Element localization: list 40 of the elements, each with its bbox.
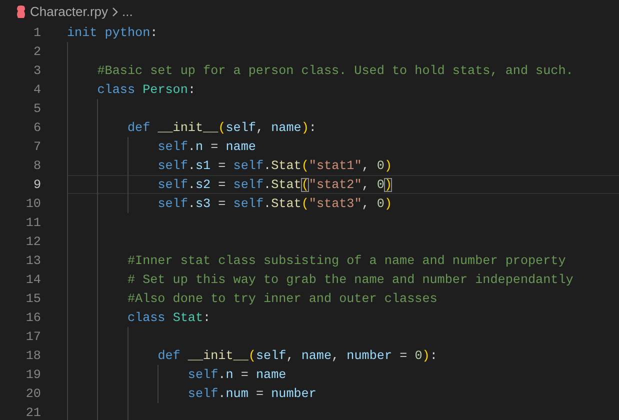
line-number: 14 <box>24 272 41 286</box>
line-number: 15 <box>24 292 41 306</box>
breadcrumb-ellipsis[interactable]: ... <box>122 4 133 19</box>
line-number: 10 <box>24 196 41 210</box>
line-number: 21 <box>24 406 41 420</box>
code-line: init python: <box>67 26 158 40</box>
line-number: 7 <box>32 140 41 154</box>
line-number: 11 <box>24 216 41 230</box>
line-number: 3 <box>32 64 41 78</box>
code-line: #Inner stat class subsisting of a name and number property <box>127 254 566 268</box>
file-name[interactable]: Character.rpy <box>30 4 108 19</box>
code-line: self.n = name <box>188 368 286 382</box>
code-line: class Stat: <box>127 310 211 324</box>
line-number: 20 <box>24 386 41 400</box>
line-number: 19 <box>24 368 41 382</box>
code-line: self.n = name <box>158 140 256 154</box>
line-number: 2 <box>32 44 41 58</box>
line-number: 5 <box>32 102 41 116</box>
line-number: 1 <box>32 26 41 40</box>
code-line: def __init__(self, name, number = 0): <box>158 348 438 362</box>
line-number: 16 <box>24 310 41 324</box>
line-number: 18 <box>24 348 41 362</box>
chevron-right-icon <box>112 6 118 16</box>
code-line: #Also done to try inner and outer classes <box>127 292 438 306</box>
line-number: 12 <box>24 234 41 248</box>
code-line: def __init__(self, name): <box>127 120 316 134</box>
code-line: self.s1 = self.Stat("stat1", 0) <box>158 158 392 172</box>
code-line: # Set up this way to grab the name and number independantly <box>127 272 574 286</box>
file-icon <box>16 4 26 18</box>
code-line: class Person: <box>97 82 196 96</box>
line-number: 4 <box>32 82 41 96</box>
code-line: #Basic set up for a person class. Used to hold stats, and such. <box>97 64 574 78</box>
code-line: self.s2 = self.Stat("stat2", 0) <box>158 178 392 192</box>
line-number: 13 <box>24 254 41 268</box>
line-number: 8 <box>32 158 41 172</box>
code-line: self.num = number <box>188 386 316 400</box>
line-number: 9 <box>32 178 41 192</box>
code-line: self.s3 = self.Stat("stat3", 0) <box>158 196 392 210</box>
line-number: 6 <box>32 120 41 134</box>
line-number: 17 <box>24 330 41 344</box>
